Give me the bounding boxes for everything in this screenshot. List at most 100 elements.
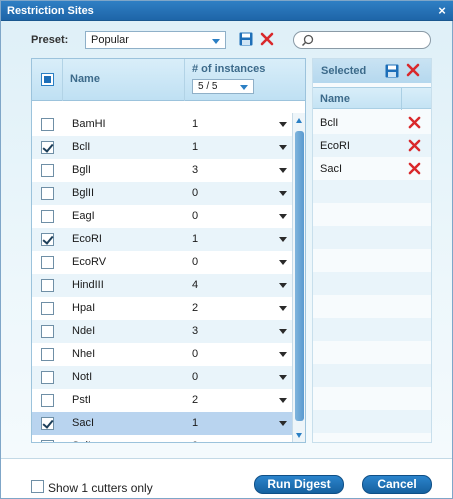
row-checkbox[interactable] xyxy=(41,394,54,407)
row-checkbox[interactable] xyxy=(41,164,54,177)
scroll-up-icon[interactable] xyxy=(296,118,302,123)
delete-icon xyxy=(406,63,420,77)
instance-count: 3 xyxy=(192,325,199,337)
row-checkbox[interactable] xyxy=(41,118,54,131)
table-row[interactable]: EagI 0 xyxy=(32,205,292,228)
close-icon[interactable]: × xyxy=(435,4,449,18)
empty-row xyxy=(313,272,431,295)
instance-count: 2 xyxy=(192,394,199,406)
chevron-down-icon xyxy=(240,85,248,90)
selected-row[interactable]: SacI xyxy=(313,157,431,180)
row-checkbox[interactable] xyxy=(41,256,54,269)
empty-row xyxy=(313,226,431,249)
table-row[interactable]: BglII 0 xyxy=(32,182,292,205)
clear-selection-button[interactable] xyxy=(406,63,422,79)
run-digest-button[interactable]: Run Digest xyxy=(254,475,344,494)
chevron-down-icon[interactable] xyxy=(279,329,287,334)
row-checkbox[interactable] xyxy=(41,279,54,292)
remove-icon[interactable] xyxy=(408,139,421,152)
selected-panel-header: Selected xyxy=(313,59,431,83)
row-checkbox[interactable] xyxy=(41,187,54,200)
cancel-button[interactable]: Cancel xyxy=(362,475,432,494)
enzyme-name: NheI xyxy=(72,348,96,360)
chevron-down-icon[interactable] xyxy=(279,214,287,219)
enzyme-name: PstI xyxy=(72,394,91,406)
table-row[interactable]: NheI 0 xyxy=(32,343,292,366)
empty-row xyxy=(313,249,431,272)
row-checkbox[interactable] xyxy=(41,440,54,442)
instance-count: 3 xyxy=(192,164,199,176)
selected-enzyme-name: SacI xyxy=(320,163,343,175)
delete-preset-button[interactable] xyxy=(260,32,276,48)
table-row[interactable]: HindIII 4 xyxy=(32,274,292,297)
instance-count: 1 xyxy=(192,233,199,245)
table-row[interactable]: NotI 0 xyxy=(32,366,292,389)
remove-icon[interactable] xyxy=(408,116,421,129)
table-row[interactable]: NdeI 3 xyxy=(32,320,292,343)
table-row[interactable]: HpaI 2 xyxy=(32,297,292,320)
row-checkbox[interactable] xyxy=(41,325,54,338)
selected-column-name[interactable]: Name xyxy=(320,93,350,105)
row-checkbox[interactable] xyxy=(41,233,54,246)
empty-row xyxy=(313,410,431,433)
selected-row[interactable]: BclI xyxy=(313,111,431,134)
save-selection-button[interactable] xyxy=(385,64,401,80)
chevron-down-icon[interactable] xyxy=(279,421,287,426)
table-scrollbar[interactable] xyxy=(292,113,305,442)
dialog-title: Restriction Sites xyxy=(7,5,94,17)
table-row[interactable]: SalI 0 xyxy=(32,435,292,442)
chevron-down-icon[interactable] xyxy=(279,306,287,311)
chevron-down-icon[interactable] xyxy=(279,260,287,265)
table-row[interactable]: PstI 2 xyxy=(32,389,292,412)
row-checkbox[interactable] xyxy=(41,302,54,315)
chevron-down-icon[interactable] xyxy=(279,168,287,173)
chevron-down-icon[interactable] xyxy=(279,375,287,380)
row-checkbox[interactable] xyxy=(41,417,54,430)
chevron-down-icon[interactable] xyxy=(279,145,287,150)
table-row[interactable]: EcoRI 1 xyxy=(32,228,292,251)
chevron-down-icon[interactable] xyxy=(279,283,287,288)
search-input[interactable] xyxy=(293,31,431,49)
preset-value: Popular xyxy=(91,34,129,46)
chevron-down-icon[interactable] xyxy=(279,352,287,357)
save-icon xyxy=(239,32,253,46)
table-row[interactable]: BclI 1 xyxy=(32,136,292,159)
row-checkbox[interactable] xyxy=(41,210,54,223)
enzyme-name: NotI xyxy=(72,371,93,383)
chevron-down-icon[interactable] xyxy=(279,191,287,196)
column-header-name[interactable]: Name xyxy=(70,73,100,85)
chevron-down-icon[interactable] xyxy=(279,398,287,403)
empty-row xyxy=(313,364,431,387)
instance-count: 0 xyxy=(192,440,198,442)
restriction-sites-dialog: Restriction Sites × Preset: Popular Name… xyxy=(0,0,453,499)
preset-select[interactable]: Popular xyxy=(85,31,226,49)
instance-count: 4 xyxy=(192,279,199,291)
table-row[interactable]: BamHI 1 xyxy=(32,113,292,136)
scroll-down-icon[interactable] xyxy=(296,433,302,438)
chevron-down-icon xyxy=(212,39,220,44)
row-checkbox[interactable] xyxy=(41,141,54,154)
instance-count: 0 xyxy=(192,256,199,268)
instance-count: 1 xyxy=(192,118,199,130)
enzyme-table-header: Name # of instances 5 / 5 xyxy=(32,59,305,101)
header-divider xyxy=(62,59,63,101)
row-checkbox[interactable] xyxy=(41,371,54,384)
save-preset-button[interactable] xyxy=(239,32,255,48)
column-header-instances[interactable]: # of instances xyxy=(192,63,265,75)
scrollbar-thumb[interactable] xyxy=(295,131,304,421)
show-cutters-checkbox[interactable] xyxy=(31,480,44,493)
selected-row[interactable]: EcoRI xyxy=(313,134,431,157)
dialog-content: Preset: Popular Name # of instances 5 / … xyxy=(1,21,452,458)
chevron-down-icon[interactable] xyxy=(279,122,287,127)
select-all-checkbox[interactable] xyxy=(41,73,54,86)
enzyme-name: EcoRI xyxy=(72,233,102,245)
table-row[interactable]: BglI 3 xyxy=(32,159,292,182)
instances-filter-select[interactable]: 5 / 5 xyxy=(192,79,254,94)
empty-row xyxy=(313,180,431,203)
row-checkbox[interactable] xyxy=(41,348,54,361)
table-row[interactable]: EcoRV 0 xyxy=(32,251,292,274)
instance-count: 0 xyxy=(192,348,199,360)
table-row[interactable]: SacI 1 xyxy=(32,412,292,435)
chevron-down-icon[interactable] xyxy=(279,237,287,242)
remove-icon[interactable] xyxy=(408,162,421,175)
